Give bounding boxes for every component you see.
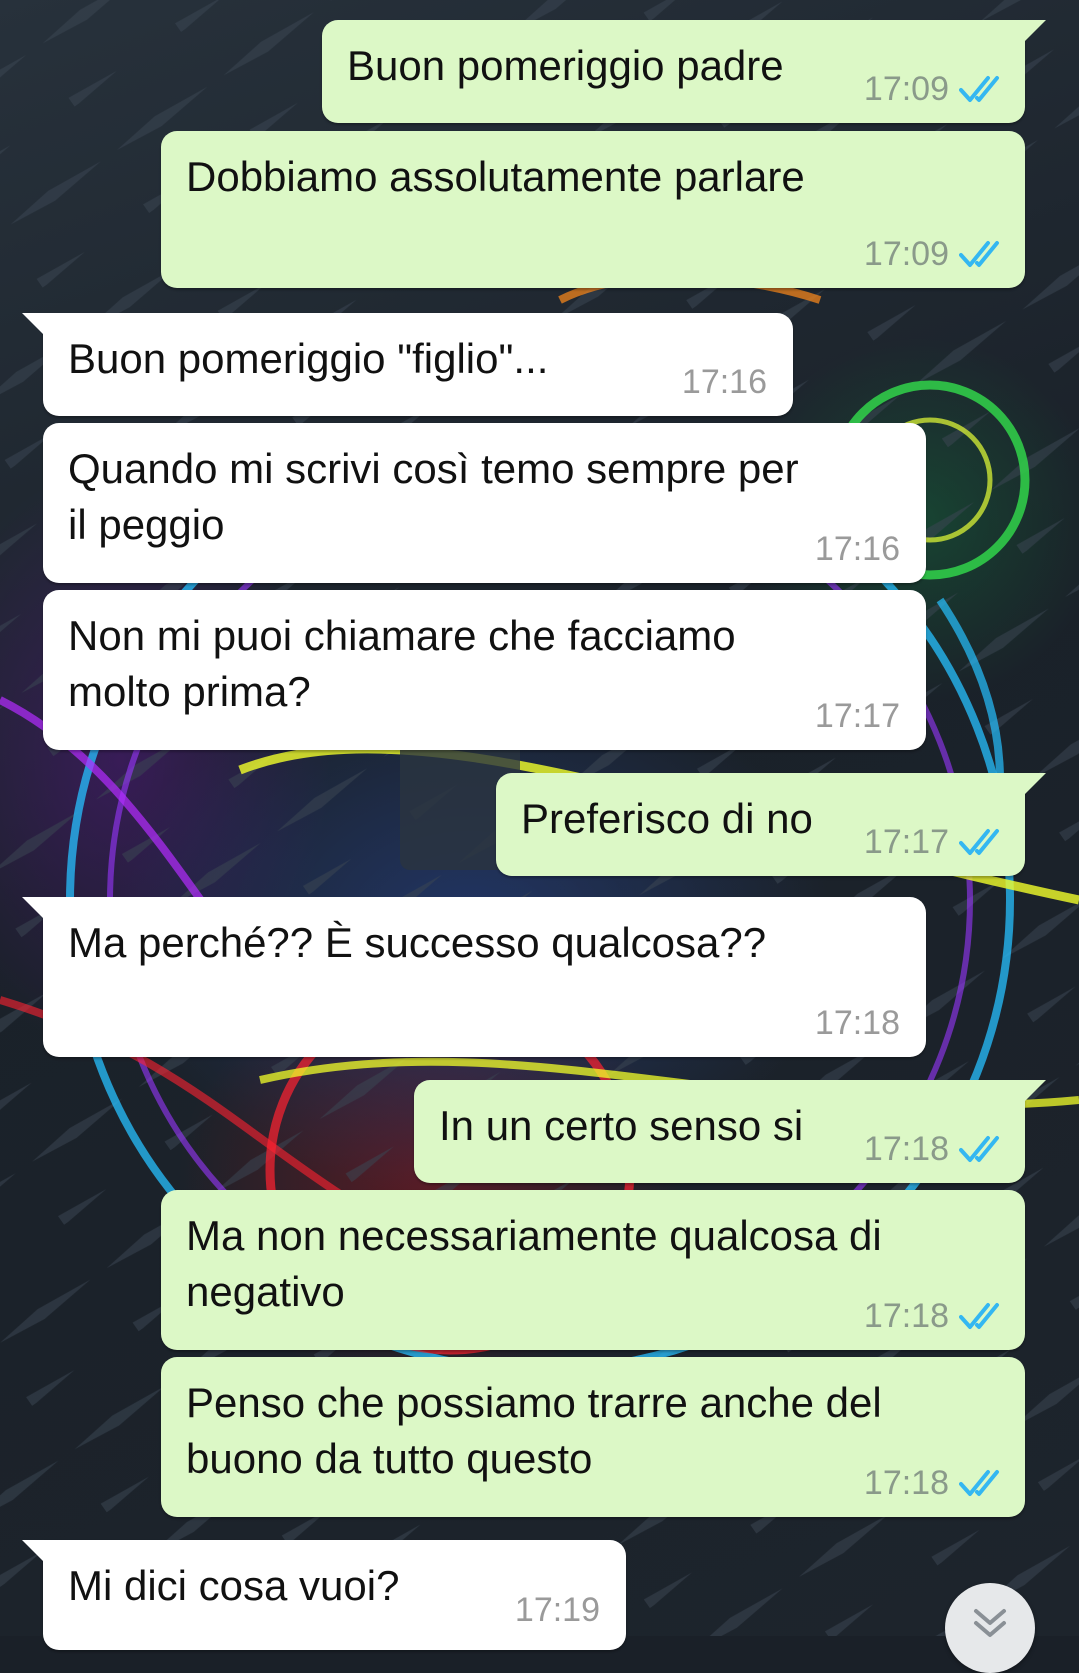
- incoming-message[interactable]: Buon pomeriggio "figlio"... 17:16: [22, 313, 793, 416]
- message-time: 17:19: [514, 1591, 600, 1629]
- message-meta: 17:18: [815, 1003, 900, 1043]
- message-meta: 17:17: [864, 822, 1003, 862]
- double-chevron-down-icon: [974, 1609, 1006, 1637]
- message-time: 17:16: [681, 363, 767, 401]
- read-icon: [959, 1470, 999, 1496]
- outgoing-message[interactable]: In un certo senso si 17:18: [414, 1080, 1046, 1183]
- message-text: Mi dici cosa vuoi?: [68, 1562, 400, 1609]
- scroll-to-bottom-button[interactable]: [945, 1583, 1035, 1673]
- outgoing-message[interactable]: Penso che possiamo trarre anche del buon…: [161, 1357, 1025, 1517]
- message-time: 17:09: [863, 235, 949, 273]
- incoming-message[interactable]: Mi dici cosa vuoi? 17:19: [22, 1540, 626, 1650]
- message-meta: 17:09: [864, 69, 1003, 109]
- read-icon: [959, 1303, 999, 1329]
- message-meta: 17:18: [864, 1296, 1003, 1336]
- read-icon: [959, 1136, 999, 1162]
- message-meta: 17:17: [815, 696, 900, 736]
- message-text: Dobbiamo assolutamente parlare: [186, 153, 805, 200]
- message-time: 17:16: [814, 530, 900, 568]
- outgoing-message[interactable]: Dobbiamo assolutamente parlare 17:09: [161, 131, 1025, 288]
- message-text: Penso che possiamo trarre anche del buon…: [186, 1379, 882, 1482]
- message-text: Quando mi scrivi così temo sempre per il…: [68, 445, 799, 548]
- bubble-tail: [22, 897, 44, 919]
- message-time: 17:18: [863, 1464, 949, 1502]
- message-time: 17:17: [863, 823, 949, 861]
- outgoing-message[interactable]: Preferisco di no 17:17: [496, 773, 1046, 876]
- message-meta: 17:19: [515, 1590, 600, 1630]
- message-time: 17:18: [863, 1130, 949, 1168]
- message-text: Non mi puoi chiamare che facciamo molto …: [68, 612, 736, 715]
- read-icon: [959, 241, 999, 267]
- bubble-tail: [1024, 20, 1046, 42]
- chat-thread[interactable]: Buon pomeriggio padre 17:09 Dobbiamo ass…: [0, 0, 1079, 1673]
- bubble-tail: [22, 1540, 44, 1562]
- message-text: Ma non necessariamente qualcosa di negat…: [186, 1212, 882, 1315]
- outgoing-message[interactable]: Ma non necessariamente qualcosa di negat…: [161, 1190, 1025, 1350]
- message-time: 17:17: [814, 697, 900, 735]
- outgoing-message[interactable]: Buon pomeriggio padre 17:09: [322, 20, 1046, 123]
- message-text: Buon pomeriggio padre: [347, 42, 784, 89]
- incoming-message[interactable]: Quando mi scrivi così temo sempre per il…: [43, 423, 926, 583]
- message-meta: 17:16: [815, 529, 900, 569]
- incoming-message[interactable]: Ma perché?? È successo qualcosa?? 17:18: [22, 897, 926, 1057]
- message-meta: 17:09: [864, 234, 1003, 274]
- bubble-tail: [1024, 1080, 1046, 1102]
- message-meta: 17:18: [864, 1463, 1003, 1503]
- message-text: Preferisco di no: [521, 795, 813, 842]
- message-time: 17:18: [863, 1297, 949, 1335]
- message-time: 17:18: [814, 1004, 900, 1042]
- message-text: Ma perché?? È successo qualcosa??: [68, 919, 767, 966]
- message-meta: 17:16: [682, 362, 767, 402]
- message-meta: 17:18: [864, 1129, 1003, 1169]
- message-text: Buon pomeriggio "figlio"...: [68, 335, 549, 382]
- bubble-tail: [1024, 773, 1046, 795]
- message-text: In un certo senso si: [439, 1102, 804, 1149]
- bubble-tail: [22, 313, 44, 335]
- read-icon: [959, 76, 999, 102]
- incoming-message[interactable]: Non mi puoi chiamare che facciamo molto …: [43, 590, 926, 750]
- read-icon: [959, 829, 999, 855]
- message-time: 17:09: [863, 70, 949, 108]
